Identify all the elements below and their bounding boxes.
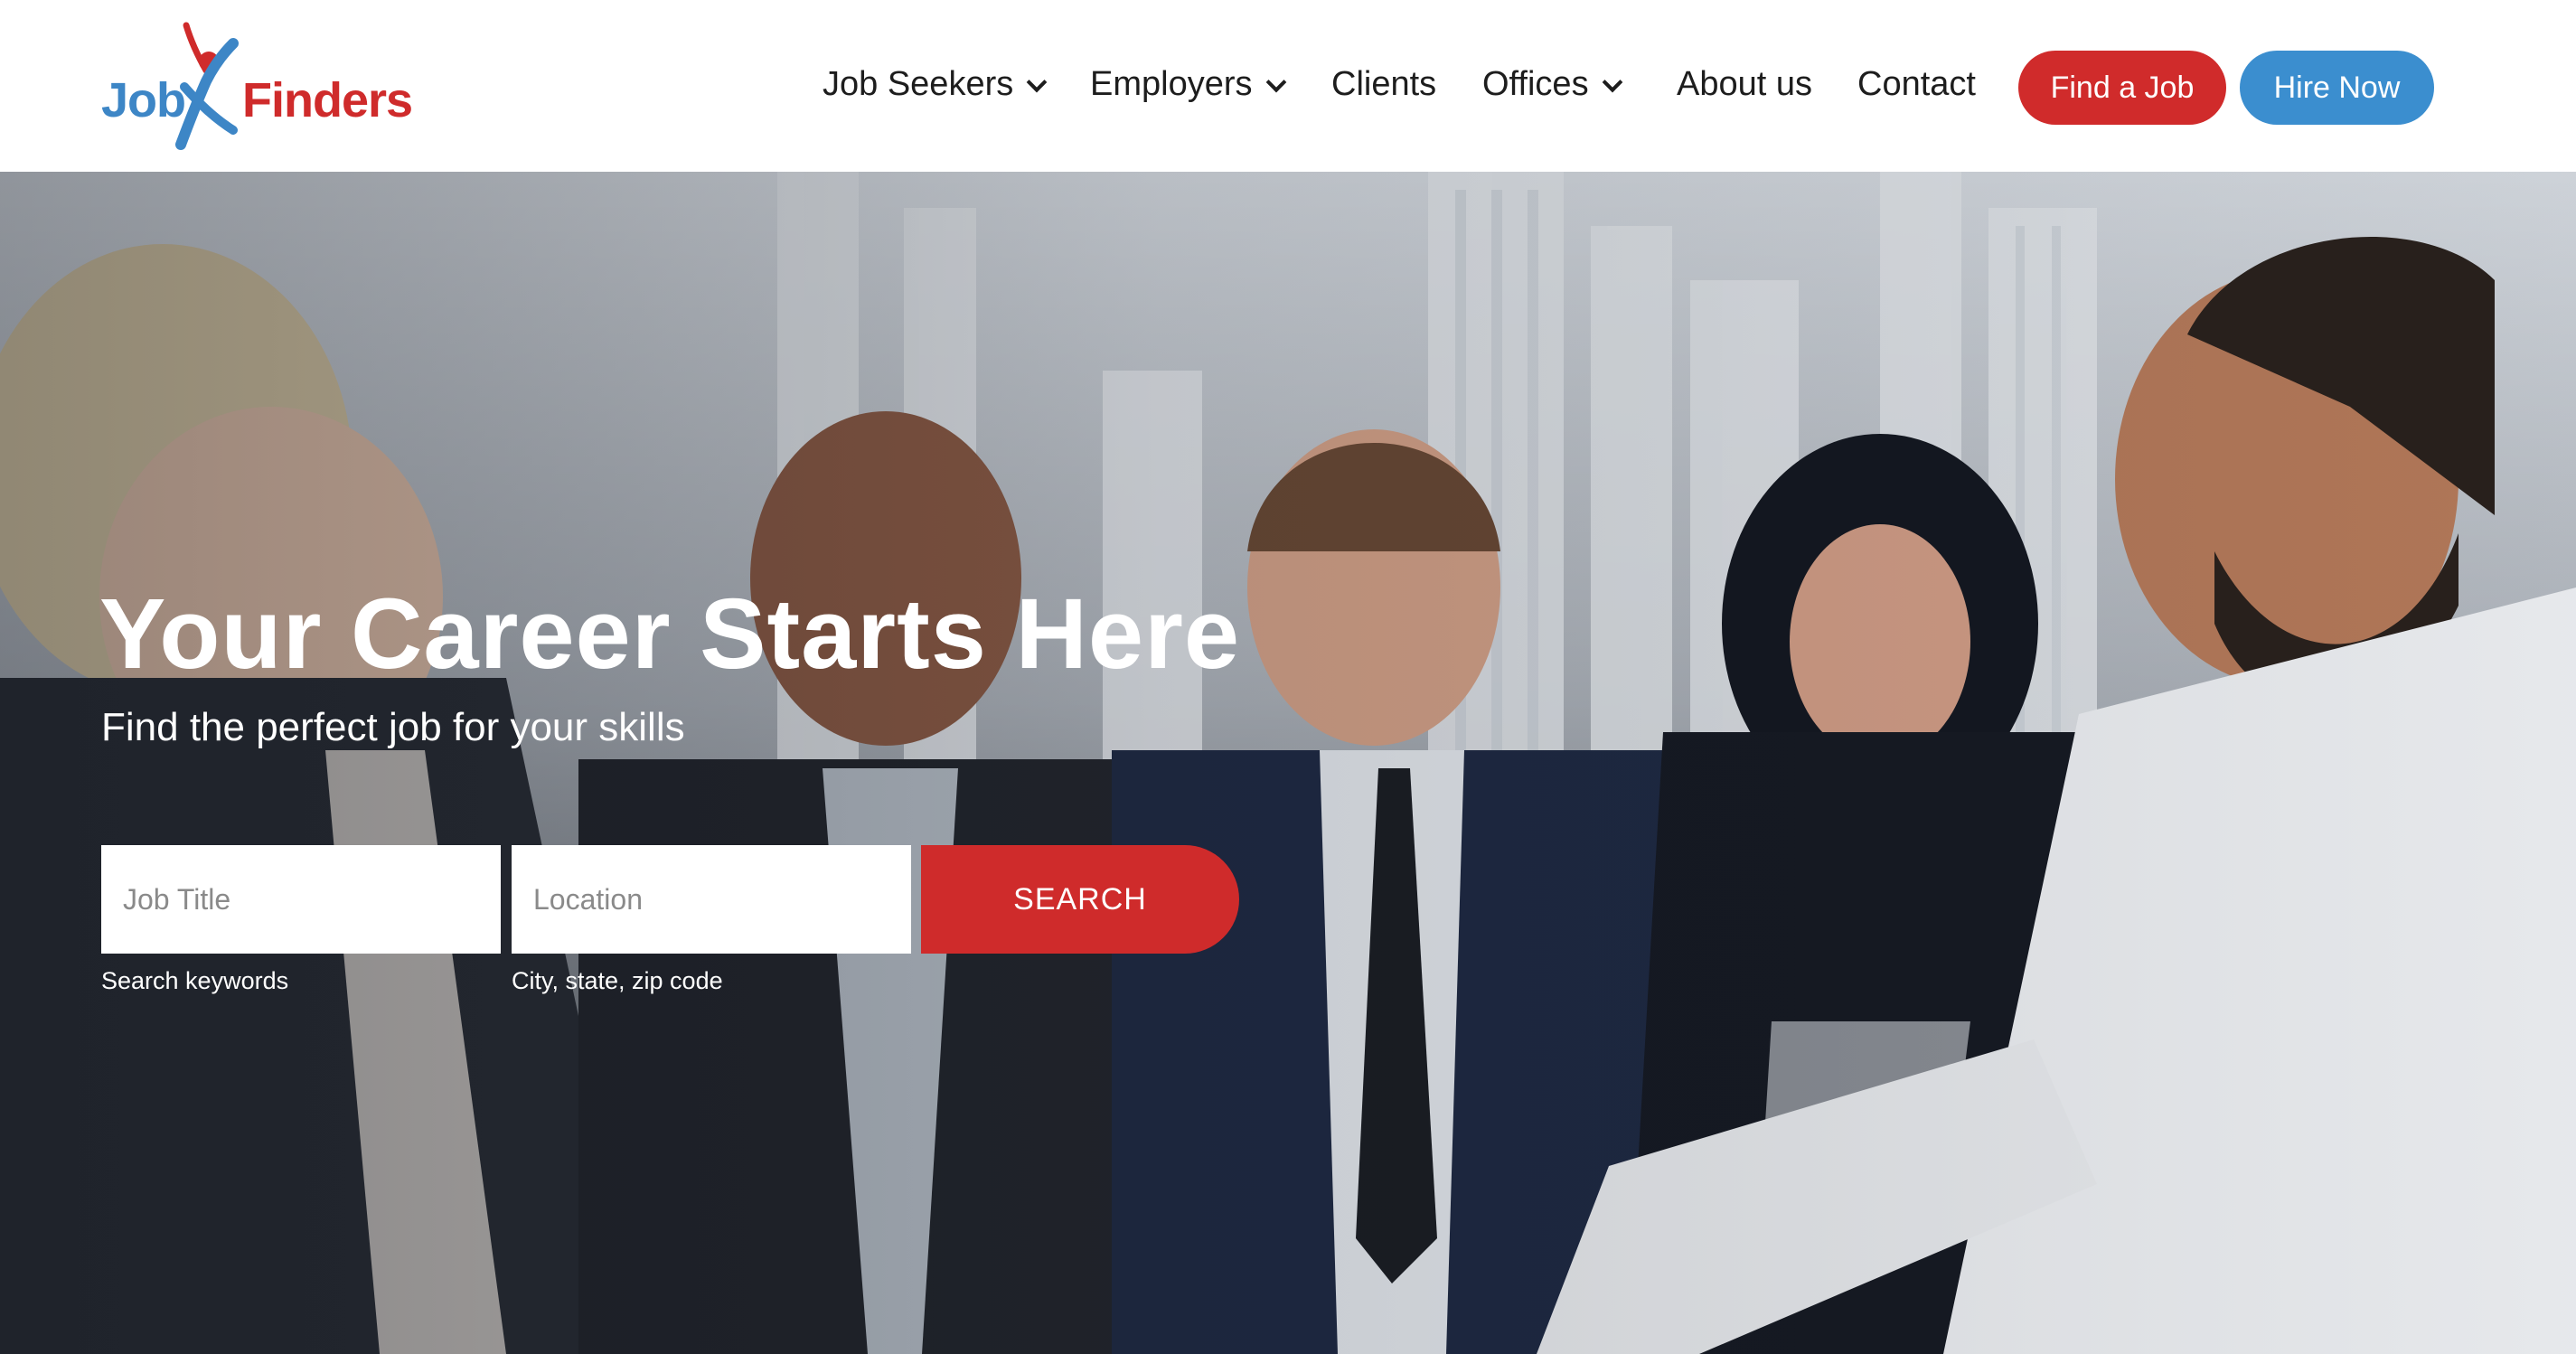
- hero-section: Your Career Starts Here Find the perfect…: [0, 172, 2576, 1354]
- site-header: Job Finders Job Seekers Employers Client…: [0, 0, 2576, 172]
- chevron-down-icon: [1602, 71, 1622, 92]
- hire-now-button[interactable]: Hire Now: [2240, 51, 2434, 125]
- nav-employers-label: Employers: [1090, 65, 1253, 103]
- chevron-down-icon: [1265, 71, 1286, 92]
- location-hint: City, state, zip code: [512, 967, 723, 994]
- search-button[interactable]: SEARCH: [921, 845, 1239, 954]
- chevron-down-icon: [1026, 71, 1048, 92]
- location-input[interactable]: [512, 845, 911, 954]
- nav-job-seekers[interactable]: Job Seekers: [823, 65, 1048, 104]
- job-title-input[interactable]: [101, 845, 501, 954]
- nav-clients[interactable]: Clients: [1331, 65, 1436, 104]
- nav-offices-label: Offices: [1482, 65, 1589, 103]
- nav-contact[interactable]: Contact: [1857, 65, 1976, 104]
- hero-dark-overlay: [0, 172, 2576, 1354]
- job-title-hint: Search keywords: [101, 967, 289, 994]
- nav-offices[interactable]: Offices: [1482, 65, 1622, 104]
- nav-clients-label: Clients: [1331, 65, 1437, 103]
- nav-contact-label: Contact: [1857, 65, 1976, 103]
- hero-subtitle: Find the perfect job for your skills: [101, 705, 685, 749]
- nav-employers[interactable]: Employers: [1090, 65, 1286, 104]
- nav-about-us[interactable]: About us: [1677, 65, 1812, 104]
- find-a-job-button[interactable]: Find a Job: [2018, 51, 2226, 125]
- nav-about-us-label: About us: [1677, 65, 1812, 103]
- nav-job-seekers-label: Job Seekers: [823, 65, 1014, 103]
- hero-title: Your Career Starts Here: [99, 578, 1241, 690]
